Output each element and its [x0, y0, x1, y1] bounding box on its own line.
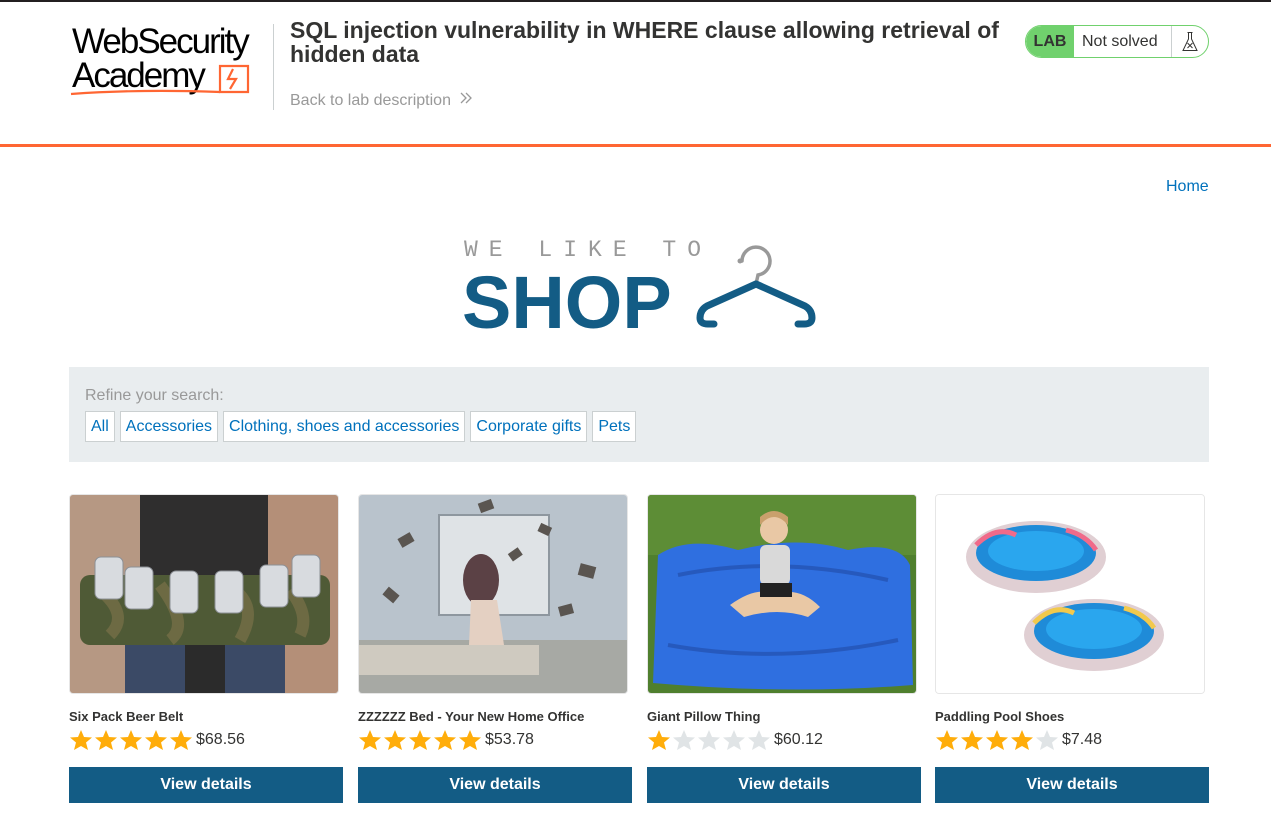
- star-icon: [433, 729, 457, 751]
- header-divider: [273, 24, 274, 110]
- product-card: Giant Pillow Thing $60.12 View details: [647, 494, 921, 804]
- product-price: $53.78: [485, 731, 534, 748]
- refine-search-panel: Refine your search: All Accessories Clot…: [69, 367, 1209, 462]
- nav-home-link[interactable]: Home: [1166, 178, 1209, 196]
- shop-banner: WE LIKE TO SHOP: [462, 236, 822, 336]
- star-icon: [985, 729, 1009, 751]
- back-to-lab-description-link[interactable]: Back to lab description: [290, 91, 473, 110]
- product-name[interactable]: ZZZZZZ Bed - Your New Home Office: [358, 709, 584, 724]
- lab-header: WebSecurity Academy SQL injection vulner…: [0, 2, 1271, 144]
- refine-search-label: Refine your search:: [85, 387, 224, 404]
- product-price: $68.56: [196, 731, 245, 748]
- category-filter-list: All Accessories Clothing, shoes and acce…: [85, 411, 637, 442]
- filter-clothing-shoes-accessories[interactable]: Clothing, shoes and accessories: [223, 411, 466, 442]
- product-image-beer-belt[interactable]: [69, 494, 339, 694]
- star-icon: [1035, 729, 1059, 751]
- filter-all[interactable]: All: [85, 411, 115, 442]
- star-icon: [672, 729, 696, 751]
- product-card: Six Pack Beer Belt $68.56 View details: [69, 494, 343, 804]
- star-icon: [1010, 729, 1034, 751]
- lab-badge: LAB: [1026, 26, 1074, 57]
- star-icon: [383, 729, 407, 751]
- banner-title: SHOP: [462, 261, 672, 336]
- product-price: $7.48: [1062, 731, 1103, 748]
- product-rating: $7.48: [935, 728, 1102, 752]
- lab-title: SQL injection vulnerability in WHERE cla…: [290, 17, 999, 67]
- filter-pets[interactable]: Pets: [592, 411, 637, 442]
- flask-icon: [1172, 26, 1208, 57]
- star-icon: [747, 729, 771, 751]
- academy-logo[interactable]: WebSecurity Academy: [70, 22, 270, 98]
- product-rating: $68.56: [69, 728, 245, 752]
- star-icon: [358, 729, 382, 751]
- view-details-button[interactable]: View details: [69, 767, 343, 803]
- view-details-button[interactable]: View details: [647, 767, 921, 803]
- lab-status-widget: LAB Not solved: [1025, 25, 1209, 58]
- product-image-paddling-pool-shoes[interactable]: [935, 494, 1205, 694]
- product-name[interactable]: Giant Pillow Thing: [647, 709, 760, 724]
- star-icon: [69, 729, 93, 751]
- back-link-label: Back to lab description: [290, 91, 451, 109]
- product-grid: Six Pack Beer Belt $68.56 View details Z…: [69, 494, 1209, 804]
- star-icon: [697, 729, 721, 751]
- star-icon: [144, 729, 168, 751]
- product-rating: $60.12: [647, 728, 823, 752]
- logo-line2: Academy: [72, 56, 206, 95]
- star-icon: [169, 729, 193, 751]
- product-price: $60.12: [774, 731, 823, 748]
- star-icon: [94, 729, 118, 751]
- star-icon: [408, 729, 432, 751]
- double-chevron-right-icon: [459, 91, 473, 110]
- filter-corporate-gifts[interactable]: Corporate gifts: [470, 411, 588, 442]
- hanger-icon: [696, 245, 816, 328]
- header-accent-rule: [0, 144, 1271, 147]
- view-details-button[interactable]: View details: [935, 767, 1209, 803]
- star-icon: [722, 729, 746, 751]
- filter-accessories[interactable]: Accessories: [119, 411, 219, 442]
- star-icon: [935, 729, 959, 751]
- product-rating: $53.78: [358, 728, 534, 752]
- star-icon: [647, 729, 671, 751]
- view-details-button[interactable]: View details: [358, 767, 632, 803]
- star-icon: [960, 729, 984, 751]
- banner-tagline: WE LIKE TO: [464, 237, 712, 263]
- product-card: ZZZZZZ Bed - Your New Home Office $53.78…: [358, 494, 632, 804]
- product-name[interactable]: Paddling Pool Shoes: [935, 709, 1064, 724]
- product-image-giant-pillow[interactable]: [647, 494, 917, 694]
- lab-status-text: Not solved: [1074, 26, 1172, 57]
- product-name[interactable]: Six Pack Beer Belt: [69, 709, 183, 724]
- product-card: Paddling Pool Shoes $7.48 View details: [935, 494, 1209, 804]
- product-image-zzzzzz-bed[interactable]: [358, 494, 628, 694]
- star-icon: [458, 729, 482, 751]
- star-icon: [119, 729, 143, 751]
